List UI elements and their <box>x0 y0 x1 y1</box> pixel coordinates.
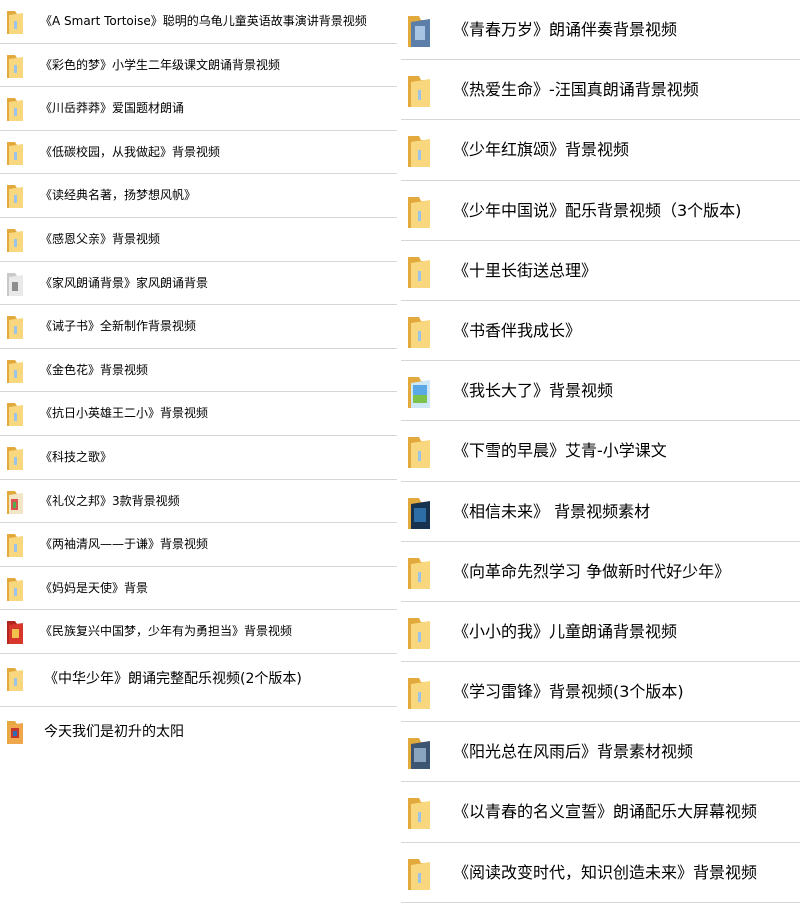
folder-icon <box>6 183 24 209</box>
folder-icon <box>407 134 431 168</box>
folder-label: 《家风朗诵背景》家风朗诵背景 <box>40 275 209 290</box>
folder-label: 《彩色的梦》小学生二年级课文朗诵背景视频 <box>40 57 281 72</box>
folder-item[interactable]: 《下雪的早晨》艾青-小学课文 <box>401 421 800 482</box>
folder-label: 《科技之歌》 <box>40 449 113 464</box>
folder-label: 《A Smart Tortoise》聪明的乌龟儿童英语故事演讲背景视频 <box>40 14 367 28</box>
folder-icon <box>407 315 431 349</box>
folder-label: 《向革命先烈学习 争做新时代好少年》 <box>453 561 731 581</box>
folder-item[interactable]: 《青春万岁》朗诵伴奏背景视频 <box>401 0 800 61</box>
folder-icon <box>407 616 431 650</box>
folder-label: 《我长大了》背景视频 <box>453 381 614 401</box>
folder-item[interactable]: 《家风朗诵背景》家风朗诵背景 <box>0 262 397 306</box>
folder-label: 《少年中国说》配乐背景视频（3个版本) <box>453 200 742 220</box>
folder-thumbnail-icon <box>407 496 431 530</box>
right-folder-list: 《青春万岁》朗诵伴奏背景视频 《热爱生命》-汪国真朗诵背景视频 《少年红旗颂》背… <box>401 0 800 903</box>
folder-label: 《诫子书》全新制作背景视频 <box>40 319 197 334</box>
folder-label: 《相信未来》 背景视频素材 <box>453 501 651 521</box>
folder-item[interactable]: 《少年红旗颂》背景视频 <box>401 120 800 181</box>
folder-icon <box>407 676 431 710</box>
folder-label: 《小小的我》儿童朗诵背景视频 <box>453 621 678 641</box>
folder-icon <box>6 401 24 427</box>
folder-icon <box>6 445 24 471</box>
folder-label: 《川岳莽莽》爱国题材朗诵 <box>40 101 185 116</box>
folder-label: 《低碳校园，从我做起》背景视频 <box>40 144 221 159</box>
folder-label: 《热爱生命》-汪国真朗诵背景视频 <box>453 80 699 100</box>
folder-label: 《以青春的名义宣誓》朗诵配乐大屏幕视频 <box>453 802 758 822</box>
folder-label: 《两袖清风——于谦》背景视频 <box>40 537 209 552</box>
folder-item[interactable]: 《川岳莽莽》爱国题材朗诵 <box>0 87 397 131</box>
left-folder-list: 《A Smart Tortoise》聪明的乌龟儿童英语故事演讲背景视频 《彩色的… <box>0 0 397 760</box>
folder-label: 《阳光总在风雨后》背景素材视频 <box>453 742 694 762</box>
folder-item[interactable]: 《低碳校园，从我做起》背景视频 <box>0 131 397 175</box>
folder-item[interactable]: 《中华少年》朗诵完整配乐视频(2个版本) <box>0 654 397 707</box>
folder-label: 《礼仪之邦》3款背景视频 <box>40 493 180 508</box>
folder-icon <box>6 227 24 253</box>
folder-item[interactable]: 《少年中国说》配乐背景视频（3个版本) <box>401 181 800 241</box>
folder-icon <box>407 195 431 229</box>
folder-item[interactable]: 《我长大了》背景视频 <box>401 361 800 422</box>
folder-label: 《抗日小英雄王二小》背景视频 <box>40 406 209 421</box>
folder-thumbnail-icon <box>6 271 24 297</box>
folder-item[interactable]: 《阳光总在风雨后》背景素材视频 <box>401 722 800 783</box>
folder-icon <box>407 255 431 289</box>
folder-item[interactable]: 《学习雷锋》背景视频(3个版本) <box>401 662 800 723</box>
folder-item[interactable]: 《科技之歌》 <box>0 436 397 480</box>
folder-icon <box>6 9 24 35</box>
folder-item[interactable]: 《读经典名著，扬梦想风帆》 <box>0 174 397 218</box>
folder-label: 《下雪的早晨》艾青-小学课文 <box>453 441 667 461</box>
folder-item[interactable]: 《A Smart Tortoise》聪明的乌龟儿童英语故事演讲背景视频 <box>0 0 397 44</box>
folder-label: 《感恩父亲》背景视频 <box>40 231 161 246</box>
folder-icon <box>407 857 431 891</box>
folder-item[interactable]: 《十里长街送总理》 <box>401 241 800 301</box>
folder-thumbnail-icon <box>6 719 24 745</box>
folder-item[interactable]: 《两袖清风——于谦》背景视频 <box>0 523 397 567</box>
folder-label: 今天我们是初升的太阳 <box>44 723 184 740</box>
folder-item[interactable]: 《书香伴我成长》 <box>401 301 800 362</box>
folder-icon <box>6 666 24 692</box>
folder-label: 《中华少年》朗诵完整配乐视频(2个版本) <box>44 670 302 687</box>
folder-item[interactable]: 《妈妈是天使》背景 <box>0 567 397 611</box>
folder-item[interactable]: 《彩色的梦》小学生二年级课文朗诵背景视频 <box>0 44 397 88</box>
folder-icon <box>6 532 24 558</box>
folder-icon <box>407 796 431 830</box>
folder-item[interactable]: 今天我们是初升的太阳 <box>0 707 397 760</box>
folder-icon <box>6 358 24 384</box>
folder-item[interactable]: 《相信未来》 背景视频素材 <box>401 482 800 542</box>
folder-icon <box>6 53 24 79</box>
folder-label: 《十里长街送总理》 <box>453 260 598 280</box>
folder-item[interactable]: 《阅读改变时代，知识创造未来》背景视频 <box>401 843 800 903</box>
folder-label: 《学习雷锋》背景视频(3个版本) <box>453 682 684 702</box>
folder-item[interactable]: 《礼仪之邦》3款背景视频 <box>0 480 397 524</box>
folder-item[interactable]: 《热爱生命》-汪国真朗诵背景视频 <box>401 60 800 121</box>
folder-icon <box>407 435 431 469</box>
folder-label: 《书香伴我成长》 <box>453 320 582 340</box>
folder-label: 《阅读改变时代，知识创造未来》背景视频 <box>453 862 758 882</box>
folder-item[interactable]: 《小小的我》儿童朗诵背景视频 <box>401 602 800 663</box>
folder-thumbnail-icon <box>6 489 24 515</box>
folder-icon <box>6 96 24 122</box>
folder-icon <box>407 556 431 590</box>
folder-item[interactable]: 《金色花》背景视频 <box>0 349 397 393</box>
folder-label: 《妈妈是天使》背景 <box>40 580 149 595</box>
folder-item[interactable]: 《民族复兴中国梦，少年有为勇担当》背景视频 <box>0 610 397 654</box>
folder-item[interactable]: 《诫子书》全新制作背景视频 <box>0 305 397 349</box>
folder-icon <box>407 74 431 108</box>
folder-label: 《民族复兴中国梦，少年有为勇担当》背景视频 <box>40 624 293 639</box>
folder-label: 《读经典名著，扬梦想风帆》 <box>40 188 197 203</box>
folder-thumbnail-icon <box>407 14 431 48</box>
folder-item[interactable]: 《以青春的名义宣誓》朗诵配乐大屏幕视频 <box>401 782 800 843</box>
folder-icon <box>6 576 24 602</box>
folder-thumbnail-icon <box>407 736 431 770</box>
folder-label: 《金色花》背景视频 <box>40 362 149 377</box>
folder-thumbnail-icon <box>407 375 431 409</box>
folder-label: 《少年红旗颂》背景视频 <box>453 140 630 160</box>
folder-icon <box>6 314 24 340</box>
folder-thumbnail-icon <box>6 619 24 645</box>
folder-item[interactable]: 《向革命先烈学习 争做新时代好少年》 <box>401 542 800 602</box>
folder-icon <box>6 140 24 166</box>
folder-item[interactable]: 《抗日小英雄王二小》背景视频 <box>0 392 397 436</box>
folder-label: 《青春万岁》朗诵伴奏背景视频 <box>453 20 678 39</box>
folder-item[interactable]: 《感恩父亲》背景视频 <box>0 218 397 262</box>
